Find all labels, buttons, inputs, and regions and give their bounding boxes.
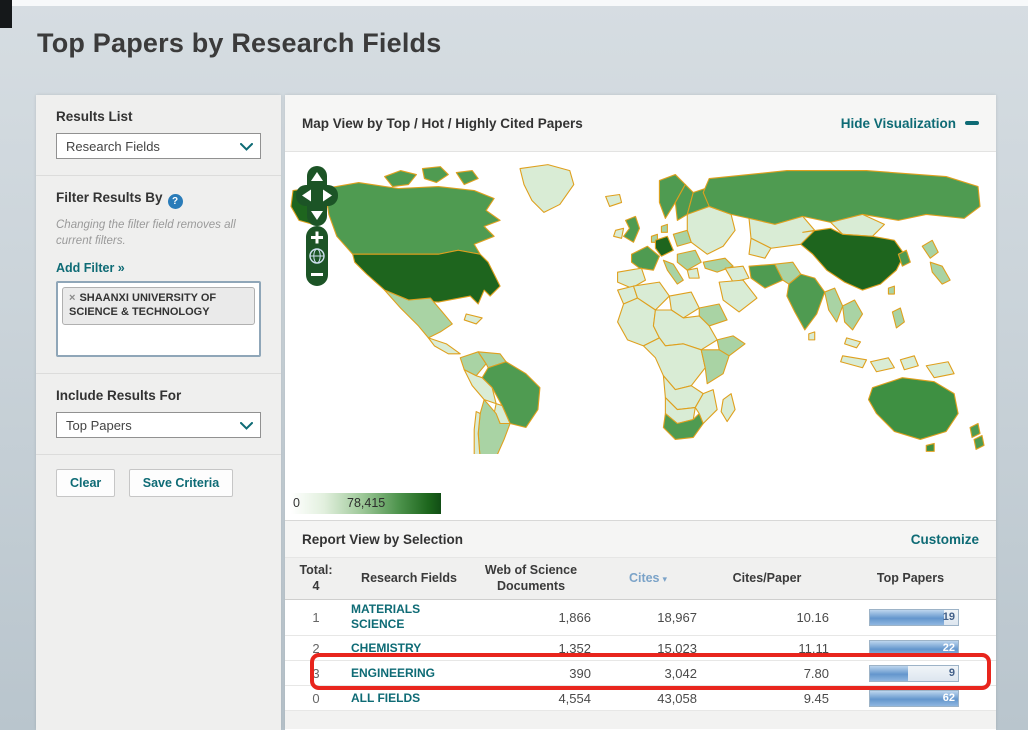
cites-value: 43,058 bbox=[595, 691, 701, 706]
legend-max: 78,415 bbox=[347, 496, 385, 510]
total-label: Total: bbox=[293, 563, 339, 579]
top-papers-value: 19 bbox=[943, 611, 955, 623]
wos-value: 4,554 bbox=[467, 691, 595, 706]
total-value: 4 bbox=[293, 579, 339, 595]
world-map-visualization[interactable]: 0 78,415 bbox=[285, 152, 996, 520]
filter-section: Filter Results By? Changing the filter f… bbox=[36, 176, 281, 374]
add-filter-link[interactable]: Add Filter » bbox=[56, 261, 125, 275]
column-header-cites-per-paper[interactable]: Cites/Paper bbox=[701, 571, 833, 587]
column-header-field[interactable]: Research Fields bbox=[339, 571, 467, 587]
results-list-dropdown[interactable]: Research Fields bbox=[56, 133, 261, 159]
row-rank: 3 bbox=[293, 666, 339, 681]
active-filters-box: ×SHAANXI UNIVERSITY OF SCIENCE & TECHNOL… bbox=[56, 281, 261, 357]
top-papers-value: 62 bbox=[943, 692, 955, 704]
sort-descending-icon: ▾ bbox=[663, 574, 668, 584]
table-row-highlighted: 3 ENGINEERING 390 3,042 7.80 9 bbox=[285, 661, 996, 686]
filter-label-row: Filter Results By? bbox=[56, 190, 263, 209]
sidebar-buttons: Clear Save Criteria bbox=[36, 455, 281, 513]
table-row: 1 MATERIALS SCIENCE 1,866 18,967 10.16 1… bbox=[285, 600, 996, 636]
filter-results-label: Filter Results By bbox=[56, 190, 163, 205]
map-view-header: Map View by Top / Hot / Highly Cited Pap… bbox=[285, 95, 996, 152]
include-results-label: Include Results For bbox=[56, 388, 263, 403]
include-results-section: Include Results For Top Papers bbox=[36, 374, 281, 455]
chevron-down-icon bbox=[240, 143, 253, 151]
remove-filter-icon[interactable]: × bbox=[69, 292, 75, 304]
cites-per-paper-value: 9.45 bbox=[701, 691, 833, 706]
wos-value: 1,352 bbox=[467, 641, 595, 656]
customize-link[interactable]: Customize bbox=[911, 532, 979, 547]
cites-value: 3,042 bbox=[595, 666, 701, 681]
corner-mark bbox=[0, 0, 12, 28]
criteria-sidebar: Results List Research Fields Filter Resu… bbox=[36, 95, 281, 730]
chevron-down-icon bbox=[240, 422, 253, 430]
hide-visualization-link[interactable]: Hide Visualization bbox=[841, 116, 979, 131]
cites-value: 18,967 bbox=[595, 610, 701, 625]
include-results-value: Top Papers bbox=[66, 418, 132, 433]
include-results-dropdown[interactable]: Top Papers bbox=[56, 412, 261, 438]
wos-value: 390 bbox=[467, 666, 595, 681]
top-papers-bar: 9 bbox=[869, 665, 959, 682]
results-list-section: Results List Research Fields bbox=[36, 95, 281, 176]
table-row: 2 CHEMISTRY 1,352 15,023 11.11 22 bbox=[285, 636, 996, 661]
map-color-legend: 0 78,415 bbox=[291, 493, 441, 514]
top-papers-value: 22 bbox=[943, 642, 955, 654]
wos-header-text: Web of Science Documents bbox=[476, 563, 586, 594]
map-view-title: Map View by Top / Hot / Highly Cited Pap… bbox=[302, 116, 583, 131]
filter-note: Changing the filter field removes all cu… bbox=[56, 218, 263, 249]
column-header-wos-documents[interactable]: Web of Science Documents bbox=[467, 563, 595, 594]
top-papers-bar: 19 bbox=[869, 609, 959, 626]
cites-per-paper-value: 10.16 bbox=[701, 610, 833, 625]
column-header-total: Total: 4 bbox=[293, 563, 339, 594]
row-rank: 2 bbox=[293, 641, 339, 656]
wos-value: 1,866 bbox=[467, 610, 595, 625]
cites-per-paper-value: 7.80 bbox=[701, 666, 833, 681]
save-criteria-button[interactable]: Save Criteria bbox=[129, 469, 233, 497]
choropleth-world-map bbox=[289, 162, 986, 454]
report-view-header: Report View by Selection Customize bbox=[285, 520, 996, 558]
field-link[interactable]: MATERIALS SCIENCE bbox=[351, 602, 467, 631]
report-table: Total: 4 Research Fields Web of Science … bbox=[285, 558, 996, 729]
row-rank: 0 bbox=[293, 691, 339, 706]
table-footer-strip bbox=[285, 711, 996, 729]
zoom-in-icon bbox=[316, 232, 319, 244]
table-header-row: Total: 4 Research Fields Web of Science … bbox=[285, 558, 996, 600]
map-zoom-control[interactable] bbox=[306, 226, 328, 286]
browser-top-strip bbox=[0, 0, 1028, 6]
top-papers-bar: 22 bbox=[869, 640, 959, 657]
column-header-top-papers[interactable]: Top Papers bbox=[833, 571, 988, 587]
field-link[interactable]: ALL FIELDS bbox=[351, 691, 420, 705]
results-list-label: Results List bbox=[56, 109, 263, 124]
row-rank: 1 bbox=[293, 610, 339, 625]
top-papers-value: 9 bbox=[949, 667, 955, 679]
clear-button[interactable]: Clear bbox=[56, 469, 115, 497]
collapse-icon bbox=[965, 121, 979, 125]
bar-fill bbox=[870, 610, 944, 625]
column-header-cites-sorted[interactable]: Cites▾ bbox=[595, 571, 701, 587]
filter-tag[interactable]: ×SHAANXI UNIVERSITY OF SCIENCE & TECHNOL… bbox=[62, 287, 255, 325]
report-view-title: Report View by Selection bbox=[302, 532, 463, 547]
hide-visualization-label: Hide Visualization bbox=[841, 116, 956, 131]
top-papers-bar: 62 bbox=[869, 690, 959, 707]
help-icon[interactable]: ? bbox=[168, 194, 183, 209]
main-panel: Map View by Top / Hot / Highly Cited Pap… bbox=[285, 95, 996, 730]
field-link[interactable]: CHEMISTRY bbox=[351, 641, 421, 655]
bar-fill bbox=[870, 666, 908, 681]
table-row: 0 ALL FIELDS 4,554 43,058 9.45 62 bbox=[285, 686, 996, 711]
results-list-value: Research Fields bbox=[66, 139, 160, 154]
page-title: Top Papers by Research Fields bbox=[37, 28, 441, 59]
field-link[interactable]: ENGINEERING bbox=[351, 666, 435, 680]
cites-value: 15,023 bbox=[595, 641, 701, 656]
filter-tag-label: SHAANXI UNIVERSITY OF SCIENCE & TECHNOLO… bbox=[69, 292, 216, 318]
cites-header-text: Cites bbox=[629, 571, 660, 585]
zoom-out-icon bbox=[311, 273, 323, 276]
legend-min: 0 bbox=[293, 496, 300, 510]
map-pan-control[interactable] bbox=[296, 166, 338, 226]
cites-per-paper-value: 11.11 bbox=[701, 641, 833, 656]
